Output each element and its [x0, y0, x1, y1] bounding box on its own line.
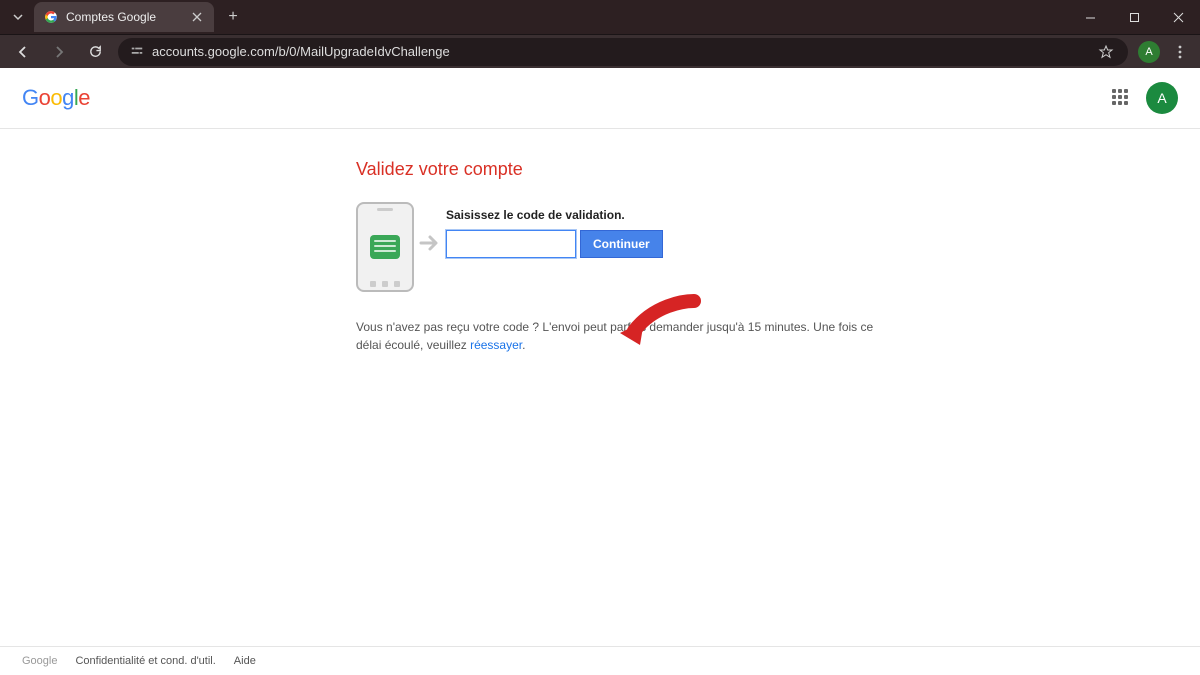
browser-menu-button[interactable]: [1170, 45, 1190, 59]
sms-bubble-icon: [370, 235, 400, 259]
apps-grid-icon[interactable]: [1112, 89, 1130, 107]
browser-tab[interactable]: Comptes Google: [34, 2, 214, 32]
page-footer: Google Confidentialité et cond. d'util. …: [0, 646, 1200, 675]
help-text: Vous n'avez pas reçu votre code ? L'envo…: [356, 318, 876, 354]
tab-favicon-icon: [44, 10, 58, 24]
reload-button[interactable]: [82, 39, 108, 65]
window-controls: [1068, 2, 1200, 32]
address-bar: accounts.google.com/b/0/MailUpgradeIdvCh…: [0, 34, 1200, 68]
browser-chrome: Comptes Google + accounts.google.com/b/0…: [0, 0, 1200, 68]
url-text: accounts.google.com/b/0/MailUpgradeIdvCh…: [152, 44, 450, 59]
phone-illustration-icon: [356, 202, 414, 292]
back-button[interactable]: [10, 39, 36, 65]
footer-link-google[interactable]: Google: [22, 655, 57, 667]
forward-button[interactable]: [46, 39, 72, 65]
page: Google A Validez votre compte: [0, 68, 1200, 675]
continue-button[interactable]: Continuer: [580, 230, 663, 258]
new-tab-button[interactable]: +: [220, 4, 246, 30]
maximize-button[interactable]: [1112, 2, 1156, 32]
help-text-prefix: Vous n'avez pas reçu votre code ? L'envo…: [356, 320, 873, 352]
tab-close-button[interactable]: [190, 10, 204, 24]
page-header: Google A: [0, 68, 1200, 129]
close-window-button[interactable]: [1156, 2, 1200, 32]
site-settings-icon[interactable]: [130, 45, 144, 59]
help-text-suffix: .: [522, 338, 525, 352]
tab-search-button[interactable]: [8, 7, 28, 27]
minimize-button[interactable]: [1068, 2, 1112, 32]
code-input-label: Saisissez le code de validation.: [446, 208, 856, 222]
footer-link-help[interactable]: Aide: [234, 655, 256, 667]
url-bar[interactable]: accounts.google.com/b/0/MailUpgradeIdvCh…: [118, 38, 1128, 66]
verification-code-input[interactable]: [446, 230, 576, 258]
footer-link-privacy[interactable]: Confidentialité et cond. d'util.: [75, 655, 215, 667]
browser-profile-avatar[interactable]: A: [1138, 41, 1160, 63]
retry-link[interactable]: réessayer: [470, 338, 522, 352]
bookmark-star-icon[interactable]: [1096, 42, 1116, 62]
tab-title: Comptes Google: [66, 10, 182, 24]
page-title: Validez votre compte: [356, 159, 856, 180]
google-logo[interactable]: Google: [22, 85, 90, 111]
arrow-right-icon: [418, 234, 442, 252]
content: Validez votre compte Saisissez le code d…: [0, 129, 1200, 646]
account-avatar[interactable]: A: [1146, 82, 1178, 114]
tab-bar: Comptes Google +: [0, 0, 1200, 34]
